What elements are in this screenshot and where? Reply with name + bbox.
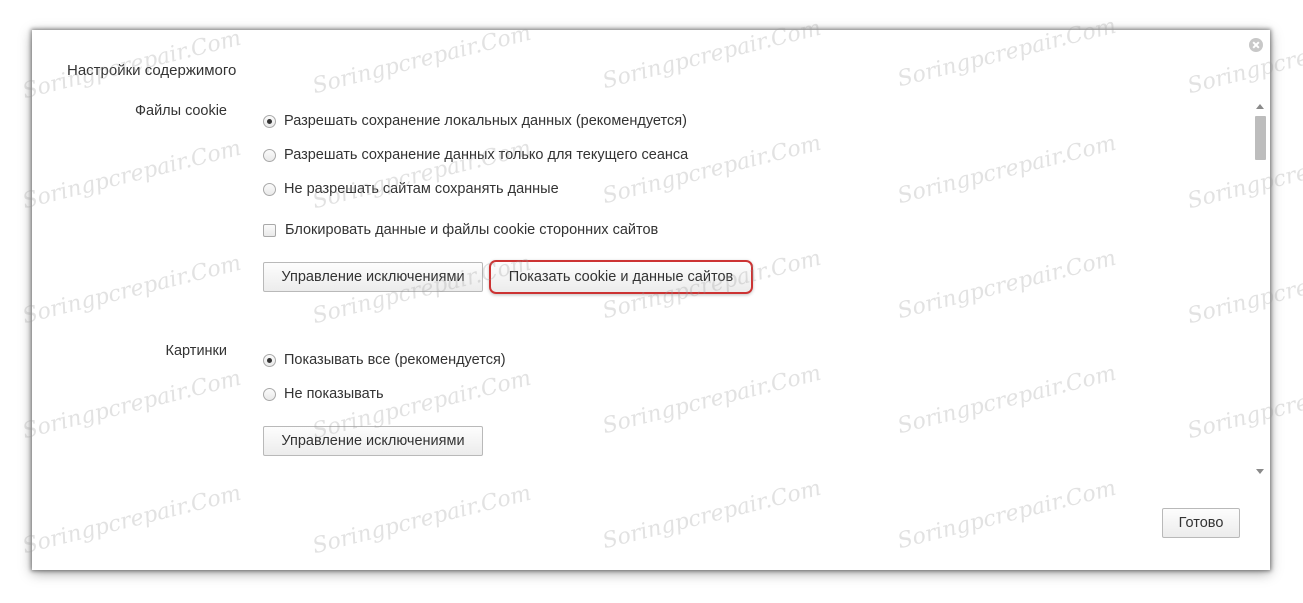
cookies-option-allow-local[interactable]: Разрешать сохранение локальных данных (р… (263, 111, 687, 131)
show-cookies-and-site-data-button[interactable]: Показать cookie и данные сайтов (489, 260, 753, 294)
radio-button-checked[interactable] (263, 353, 276, 367)
scroll-thumb[interactable] (1255, 116, 1266, 160)
close-icon[interactable] (1249, 38, 1263, 52)
cookies-manage-exceptions-button[interactable]: Управление исключениями (263, 262, 483, 292)
radio-button[interactable] (263, 182, 276, 196)
done-button[interactable]: Готово (1162, 508, 1240, 538)
block-third-party-cookies[interactable]: Блокировать данные и файлы cookie сторон… (263, 220, 658, 240)
dialog-title: Настройки содержимого (67, 62, 237, 79)
content-settings-dialog: Настройки содержимого Файлы cookie Разре… (32, 30, 1270, 570)
option-label: Не разрешать сайтам сохранять данные (284, 181, 559, 197)
checkbox[interactable] (263, 223, 276, 237)
option-label: Блокировать данные и файлы cookie сторон… (285, 222, 659, 238)
cookies-option-block-all[interactable]: Не разрешать сайтам сохранять данные (263, 179, 559, 199)
radio-button-checked[interactable] (263, 114, 276, 128)
scroll-down-arrow-icon[interactable] (1256, 469, 1264, 474)
radio-button[interactable] (263, 387, 276, 401)
images-option-do-not-show[interactable]: Не показывать (263, 384, 384, 404)
images-section-label: Картинки (165, 343, 227, 359)
settings-scroll-area[interactable]: Файлы cookie Разрешать сохранение локаль… (32, 100, 1270, 482)
cookies-section-label: Файлы cookie (134, 103, 227, 119)
radio-button[interactable] (263, 148, 276, 162)
option-label: Не показывать (284, 386, 384, 402)
images-manage-exceptions-button[interactable]: Управление исключениями (263, 426, 483, 456)
option-label: Разрешать сохранение данных только для т… (284, 147, 689, 163)
vertical-scrollbar[interactable] (1253, 100, 1268, 480)
option-label: Разрешать сохранение локальных данных (р… (284, 113, 687, 129)
scroll-up-arrow-icon[interactable] (1256, 104, 1264, 109)
cookies-option-session-only[interactable]: Разрешать сохранение данных только для т… (263, 145, 688, 165)
option-label: Показывать все (рекомендуется) (284, 352, 506, 368)
images-option-show-all[interactable]: Показывать все (рекомендуется) (263, 350, 506, 370)
